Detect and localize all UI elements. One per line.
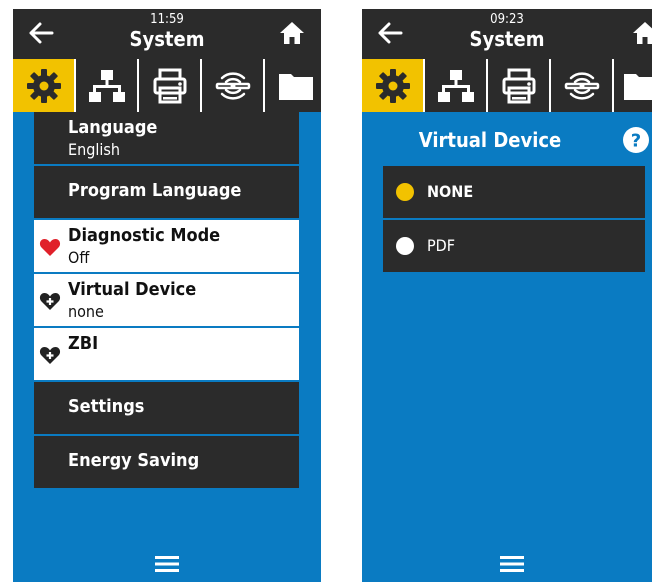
tab-settings[interactable] (362, 59, 423, 112)
option-pdf[interactable]: PDF (383, 220, 645, 272)
menu-item-energy-saving[interactable]: Energy Saving (34, 436, 299, 488)
header-time: 09:23 (490, 12, 524, 27)
header-title: System (469, 27, 545, 51)
wireless-icon (215, 71, 250, 100)
help-icon[interactable]: ? (622, 126, 650, 154)
tab-storage[interactable] (614, 59, 652, 112)
tab-network[interactable] (76, 59, 137, 112)
tab-settings[interactable] (13, 59, 74, 112)
menu-item-label: Virtual Device (68, 279, 197, 300)
header-title: System (129, 27, 205, 51)
menu-item-diagnostic-mode[interactable]: Diagnostic Mode Off (34, 220, 299, 272)
help-icon-label: ? (631, 131, 641, 152)
heart-red-icon (39, 239, 61, 256)
menu-item-value: English (68, 140, 120, 159)
gear-icon (375, 68, 410, 103)
virtual-device-screen: 09:23 System Virtual Device ? NONE PDF (362, 9, 652, 582)
menu-item-value: none (68, 302, 104, 321)
printer-icon (153, 68, 186, 103)
home-icon[interactable] (632, 20, 652, 46)
menu-item-zbi[interactable]: ZBI (34, 328, 299, 380)
heart-plus-icon (39, 347, 61, 364)
tab-print[interactable] (139, 59, 200, 112)
printer-icon (502, 68, 535, 103)
category-tab-bar (362, 59, 652, 112)
virtual-device-options: NONE PDF (383, 166, 645, 274)
tab-connectivity[interactable] (551, 59, 612, 112)
menu-item-label: Diagnostic Mode (68, 225, 221, 246)
system-menu-list: Language English Program Language Diagno… (34, 112, 299, 490)
folder-icon (624, 73, 652, 100)
menu-item-label: ZBI (68, 333, 99, 354)
network-icon (88, 69, 125, 102)
option-label: NONE (427, 182, 474, 201)
gear-icon (26, 68, 61, 103)
radio-unselected-icon (396, 237, 414, 255)
menu-item-label: Energy Saving (68, 450, 200, 471)
menu-item-language[interactable]: Language English (34, 112, 299, 164)
option-label: PDF (427, 236, 456, 255)
header-bar: 11:59 System (13, 9, 321, 59)
menu-item-value: Off (68, 248, 90, 267)
category-tab-bar (13, 59, 321, 112)
option-none[interactable]: NONE (383, 166, 645, 218)
tab-storage[interactable] (265, 59, 321, 112)
system-screen-left: 11:59 System Language English Program La… (13, 9, 321, 582)
hamburger-menu-icon[interactable] (155, 556, 179, 572)
header-bar: 09:23 System (362, 9, 652, 59)
header-time: 11:59 (150, 12, 184, 27)
page-title: Virtual Device (418, 128, 562, 152)
home-icon[interactable] (279, 20, 305, 46)
tab-print[interactable] (488, 59, 549, 112)
heart-plus-icon (39, 293, 61, 310)
menu-item-label: Language (68, 117, 158, 138)
menu-item-program-language[interactable]: Program Language (34, 166, 299, 218)
wireless-icon (564, 71, 599, 100)
menu-item-settings[interactable]: Settings (34, 382, 299, 434)
menu-item-label: Settings (68, 396, 145, 417)
folder-icon (278, 73, 313, 100)
network-icon (437, 69, 474, 102)
menu-item-label: Program Language (68, 180, 242, 201)
hamburger-menu-icon[interactable] (500, 556, 524, 572)
tab-network[interactable] (425, 59, 486, 112)
radio-selected-icon (396, 183, 414, 201)
tab-connectivity[interactable] (202, 59, 263, 112)
menu-item-virtual-device[interactable]: Virtual Device none (34, 274, 299, 326)
